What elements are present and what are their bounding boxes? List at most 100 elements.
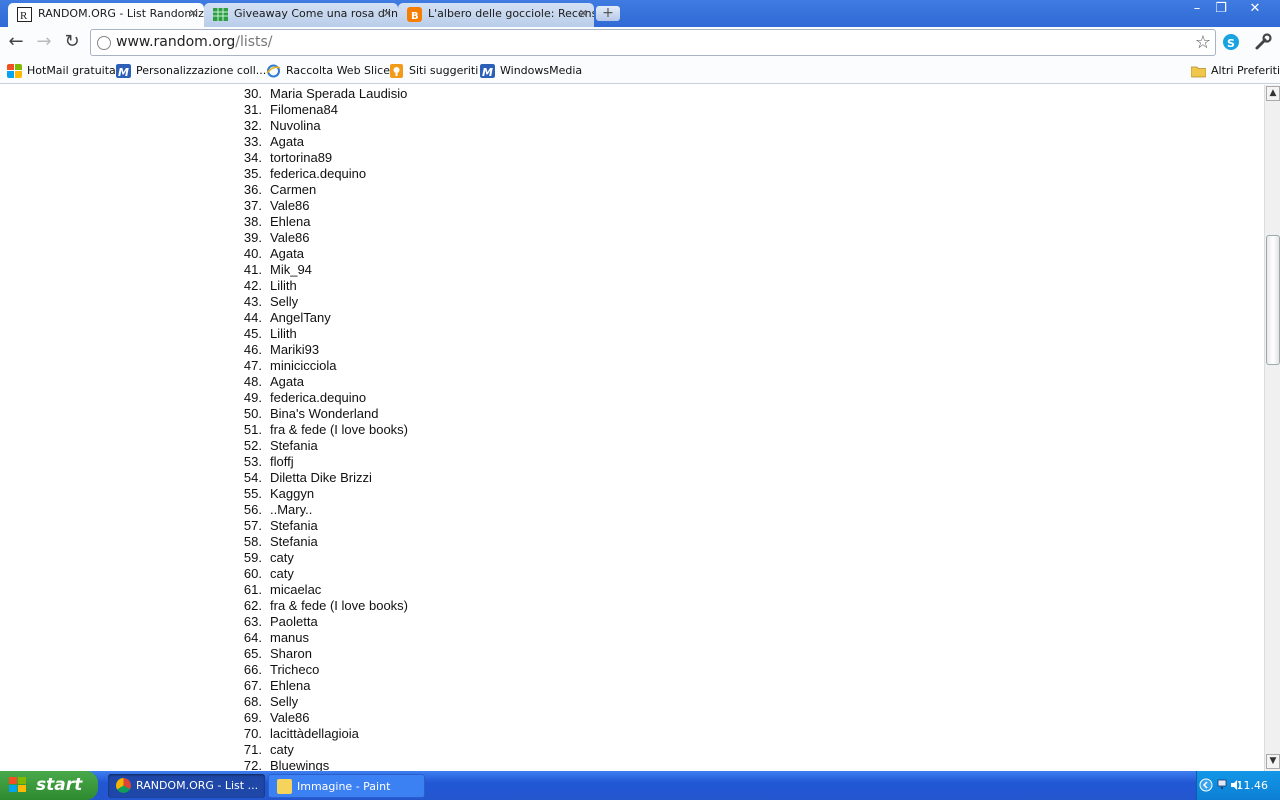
forward-arrow-icon[interactable]: → <box>32 31 56 55</box>
list-item-number: 30. <box>243 86 262 101</box>
suggested-sites-icon <box>390 64 403 78</box>
list-item: 35. federica.dequino <box>240 166 408 182</box>
taskbar-item-chrome[interactable]: RANDOM.ORG - List ... <box>108 774 265 798</box>
start-button[interactable]: start <box>0 771 98 800</box>
list-item-name: fra & fede (I love books) <box>270 598 409 613</box>
list-item-name: tortorina89 <box>270 150 333 165</box>
list-item-number: 57. <box>243 518 262 533</box>
randomized-list: 30. Maria Sperada Laudisio 31. Filomena84 32… <box>240 86 408 771</box>
bookmark-windowsmedia[interactable]: M WindowsMedia <box>480 61 582 81</box>
list-item: 43. Selly <box>240 294 408 310</box>
list-item: 72. Bluewings <box>240 758 408 771</box>
bookmark-label: Personalizzazione coll... <box>136 64 267 77</box>
scrollbar-thumb[interactable] <box>1266 235 1280 365</box>
tab-close-icon[interactable]: ✕ <box>579 3 588 24</box>
bookmark-altri-preferiti[interactable]: Altri Preferiti <box>1191 61 1280 81</box>
window-close-icon[interactable]: ✕ <box>1242 0 1268 18</box>
wrench-menu-icon[interactable] <box>1254 33 1272 51</box>
bookmark-star-icon[interactable]: ☆ <box>1195 32 1211 53</box>
reload-icon[interactable]: ↻ <box>60 31 84 55</box>
bookmark-label: Raccolta Web Slice <box>286 64 390 77</box>
list-item-number: 65. <box>243 646 262 661</box>
list-item: 66. Tricheco <box>240 662 408 678</box>
list-item-name: micaelac <box>270 582 322 597</box>
list-item-name: caty <box>270 566 294 581</box>
list-item: 54. Diletta Dike Brizzi <box>240 470 408 486</box>
list-item: 47. minicicciola <box>240 358 408 374</box>
start-label: start <box>36 775 83 795</box>
tab-giveaway[interactable]: Giveaway Come una rosa d'inv ✕ <box>204 3 398 27</box>
tab-close-icon[interactable]: ✕ <box>383 3 392 24</box>
list-item-number: 62. <box>243 598 262 613</box>
bookmark-hotmail[interactable]: HotMail gratuita <box>7 61 116 81</box>
list-item-name: Stefania <box>270 518 318 533</box>
minimize-icon[interactable]: – <box>1184 0 1210 18</box>
list-item-number: 55. <box>243 486 262 501</box>
list-item-name: Bina's Wonderland <box>270 406 379 421</box>
tray-collapse-icon[interactable] <box>1199 778 1213 792</box>
list-item: 34. tortorina89 <box>240 150 408 166</box>
scroll-up-arrow-icon[interactable]: ▲ <box>1266 86 1280 101</box>
restore-icon[interactable]: ❐ <box>1208 0 1234 18</box>
bookmark-siti-suggeriti[interactable]: Siti suggeriti <box>389 61 478 81</box>
list-item: 41. Mik_94 <box>240 262 408 278</box>
back-arrow-icon[interactable]: ← <box>4 31 28 55</box>
list-item-number: 41. <box>243 262 262 277</box>
list-item: 53. floffj <box>240 454 408 470</box>
list-item: 49. federica.dequino <box>240 390 408 406</box>
bookmark-personalizzazione[interactable]: M Personalizzazione coll... <box>116 61 266 81</box>
list-item: 64. manus <box>240 630 408 646</box>
list-item: 59. caty <box>240 550 408 566</box>
list-item: 63. Paoletta <box>240 614 408 630</box>
list-item: 62. fra & fede (I love books) <box>240 598 408 614</box>
list-item: 46. Mariki93 <box>240 342 408 358</box>
bookmark-label: HotMail gratuita <box>27 64 116 77</box>
tab-close-icon[interactable]: ✕ <box>189 3 198 24</box>
list-item-name: caty <box>270 550 294 565</box>
list-item-name: fra & fede (I love books) <box>270 422 409 437</box>
list-item: 70. lacittàdellagioia <box>240 726 408 742</box>
clock[interactable]: 11.46 <box>1237 771 1269 800</box>
list-item-number: 59. <box>243 550 262 565</box>
list-item-name: Ehlena <box>270 214 311 229</box>
bookmark-label: Siti suggeriti <box>409 64 479 77</box>
taskbar-item-label: RANDOM.ORG - List ... <box>136 779 259 792</box>
list-item-name: federica.dequino <box>270 166 367 181</box>
list-item-name: Mik_94 <box>270 262 312 277</box>
vertical-scrollbar[interactable]: ▲ ▼ <box>1264 85 1280 771</box>
list-item-name: federica.dequino <box>270 390 367 405</box>
browser-tab-strip: R RANDOM.ORG - List Randomiz ✕ Giveaway … <box>0 0 1280 27</box>
list-item-name: Lilith <box>270 278 297 293</box>
list-item-number: 72. <box>243 758 262 771</box>
list-item: 71. caty <box>240 742 408 758</box>
list-item: 45. Lilith <box>240 326 408 342</box>
list-item-number: 47. <box>243 358 262 373</box>
tab-random-org[interactable]: R RANDOM.ORG - List Randomiz ✕ <box>8 3 204 27</box>
new-tab-button[interactable]: + <box>596 6 620 21</box>
list-item-name: Vale86 <box>270 198 310 213</box>
list-item-name: Maria Sperada Laudisio <box>270 86 408 101</box>
tab-albero-gocciole[interactable]: B L'albero delle gocciole: Recens ✕ <box>398 3 594 27</box>
windows-logo-icon <box>9 777 26 792</box>
list-item: 65. Sharon <box>240 646 408 662</box>
svg-text:B: B <box>411 11 419 22</box>
list-item-number: 68. <box>243 694 262 709</box>
skype-extension-icon[interactable]: S <box>1222 33 1240 51</box>
list-item: 60. caty <box>240 566 408 582</box>
scroll-down-arrow-icon[interactable]: ▼ <box>1266 754 1280 769</box>
list-item: 69. Vale86 <box>240 710 408 726</box>
list-item-name: Vale86 <box>270 230 310 245</box>
list-item-name: AngelTany <box>270 310 331 325</box>
spreadsheet-favicon-icon <box>213 8 228 21</box>
list-item-name: caty <box>270 742 294 757</box>
system-tray: 11.46 <box>1196 771 1280 800</box>
list-item: 40. Agata <box>240 246 408 262</box>
bookmark-raccolta-web-slice[interactable]: Raccolta Web Slice <box>266 61 390 81</box>
tab-title: RANDOM.ORG - List Randomiz <box>38 7 204 20</box>
list-item-number: 45. <box>243 326 262 341</box>
taskbar-item-paint[interactable]: Immagine - Paint <box>268 774 425 798</box>
list-item-number: 35. <box>243 166 262 181</box>
list-item: 44. AngelTany <box>240 310 408 326</box>
list-item: 56. ..Mary.. <box>240 502 408 518</box>
address-bar[interactable]: www.random.org/lists/ ☆ <box>90 29 1216 56</box>
